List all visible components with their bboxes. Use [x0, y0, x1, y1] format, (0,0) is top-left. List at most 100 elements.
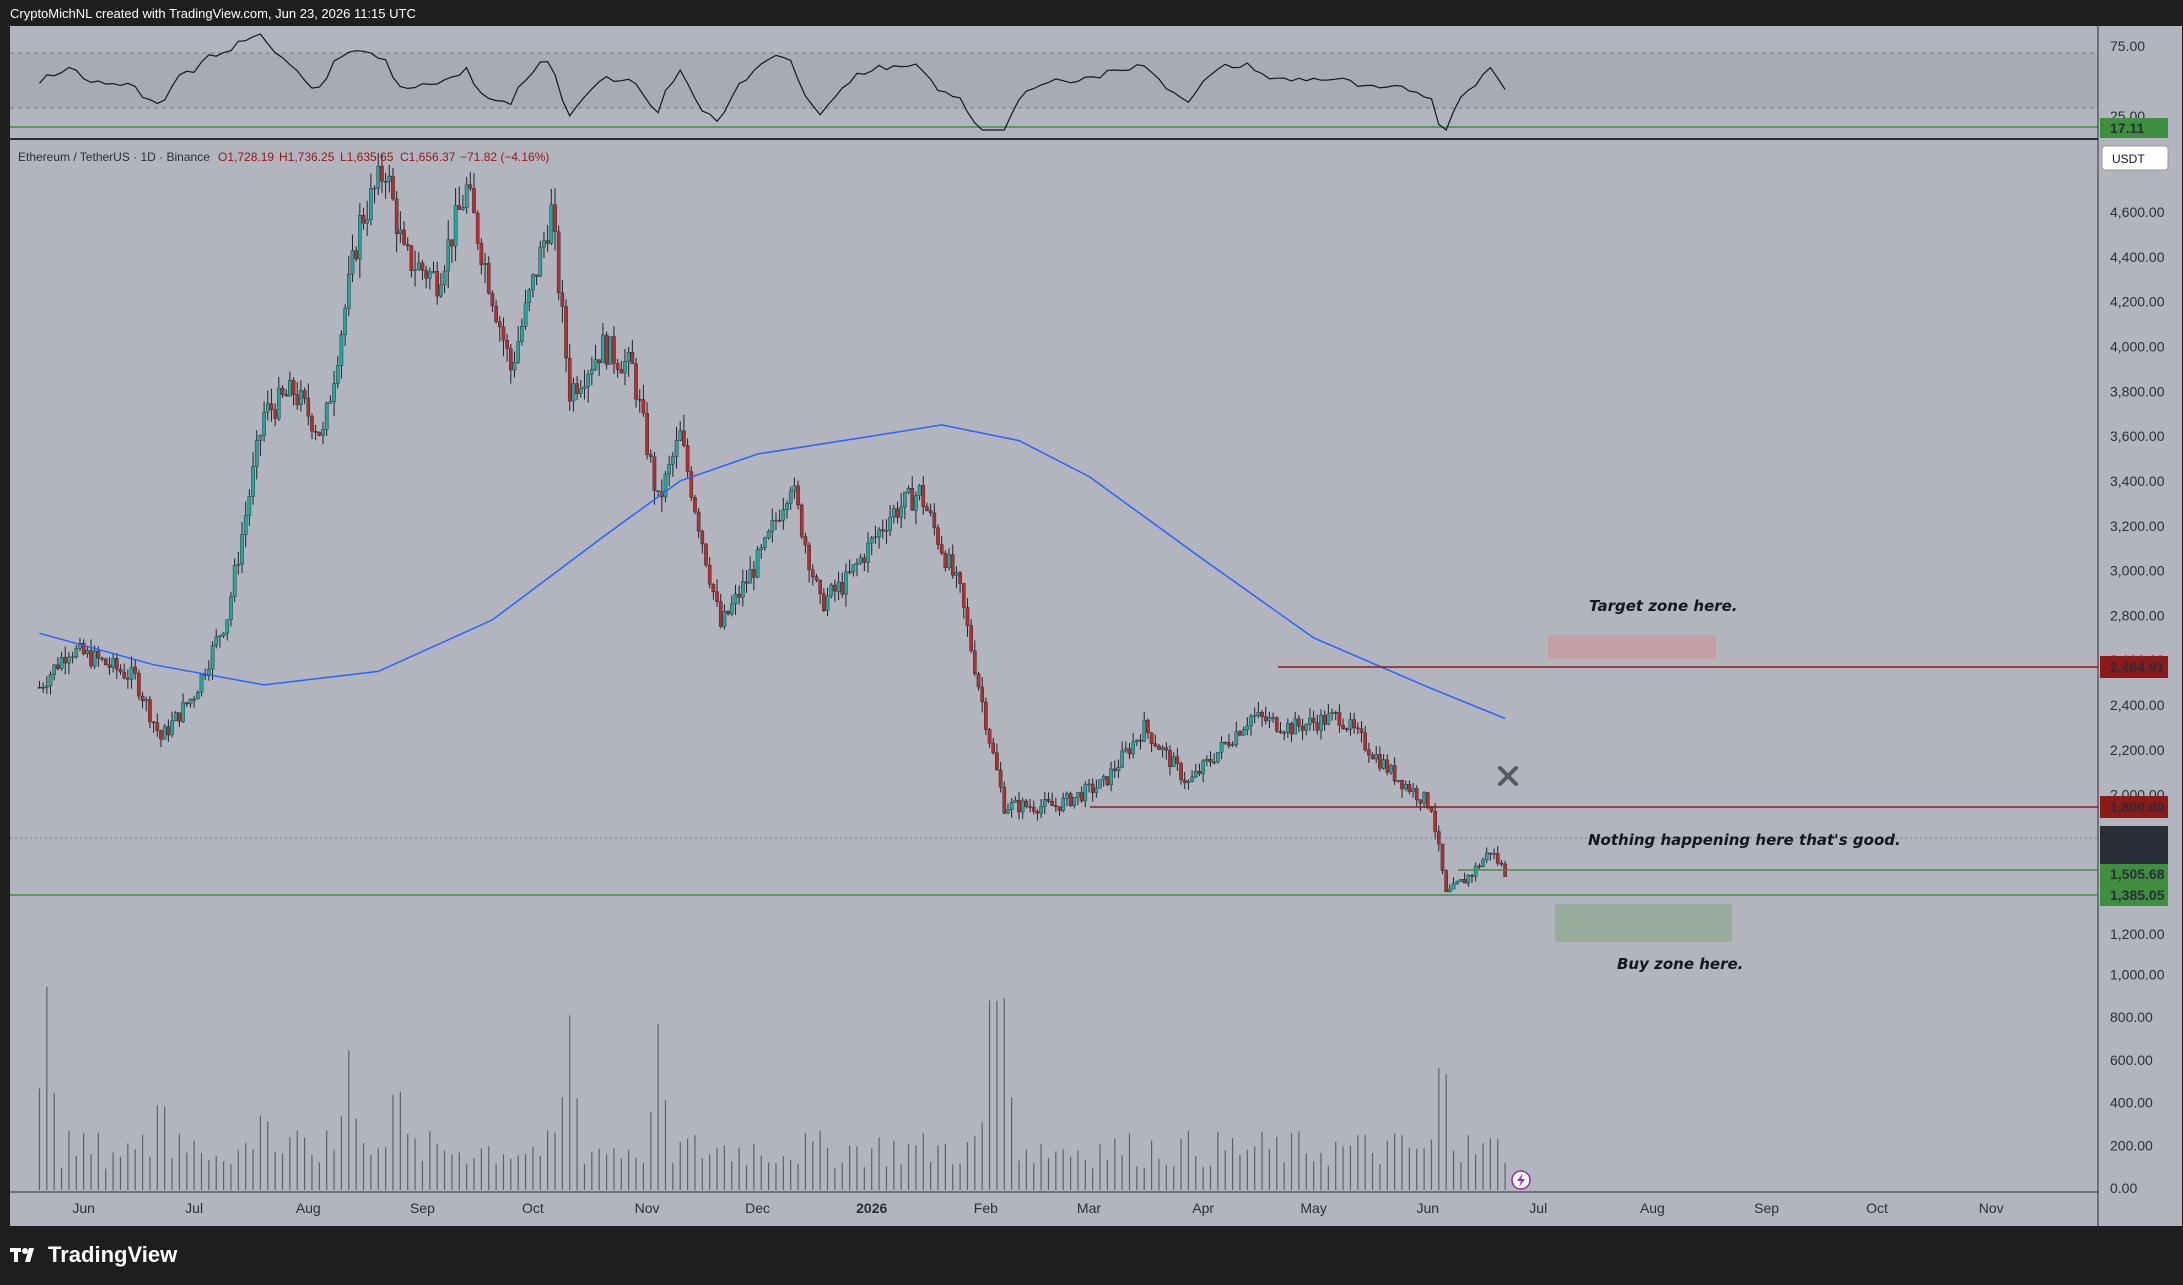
candle-body — [1326, 713, 1331, 725]
candle-body — [556, 231, 561, 294]
candle-body — [998, 769, 1003, 788]
candle-body — [1448, 888, 1452, 892]
x-mark-icon[interactable] — [1498, 766, 1518, 786]
time-tick-label: Dec — [745, 1200, 770, 1216]
candle-body — [571, 383, 576, 402]
candle-body — [67, 656, 71, 664]
candle-body — [538, 246, 543, 277]
candle-body — [52, 664, 56, 675]
candle-body — [744, 581, 749, 584]
buy-zone-box[interactable] — [1555, 904, 1732, 942]
candle-body — [534, 274, 539, 277]
target-zone-box[interactable] — [1548, 635, 1716, 659]
candle-body — [468, 184, 473, 189]
chart-canvas[interactable]: 4,600.00 4,400.00 4,200.00 4,000.00 3,800.00… — [0, 0, 2183, 1285]
candle-body — [159, 730, 163, 740]
candle-body — [1013, 799, 1018, 803]
candle-body — [1135, 739, 1139, 743]
price-tick-label: 600.00 — [2110, 1052, 2153, 1068]
candle-body — [1031, 806, 1036, 812]
candle-body — [199, 673, 204, 693]
candle-body — [652, 456, 657, 491]
candle-body — [273, 409, 277, 419]
candle-body — [89, 650, 93, 667]
candle-body — [133, 666, 138, 674]
candle-body — [1193, 770, 1198, 778]
time-tick-label: Aug — [296, 1200, 321, 1216]
candle-body — [906, 488, 911, 493]
candle-body — [862, 557, 867, 563]
candle-body — [1425, 792, 1430, 808]
candle-body — [464, 184, 469, 208]
candle-body — [663, 473, 668, 498]
candle-body — [232, 565, 237, 597]
candle-body — [1389, 765, 1393, 773]
candle-body — [96, 650, 101, 659]
candle-body — [766, 530, 771, 539]
tag-1800: 1,800.00 — [2110, 799, 2165, 815]
candle-body — [1311, 717, 1316, 723]
candle-body — [1079, 792, 1084, 802]
candle-body — [486, 262, 491, 294]
candle-body — [925, 506, 929, 511]
candle-body — [1101, 776, 1106, 780]
candle-body — [472, 188, 476, 214]
time-tick-label: Aug — [1640, 1200, 1665, 1216]
candle-body — [1293, 718, 1298, 735]
candle-body — [192, 698, 196, 701]
candle-body — [590, 369, 594, 375]
candle-body — [1304, 724, 1309, 731]
candle-body — [667, 464, 671, 475]
candle-body — [45, 685, 49, 688]
candle-body — [1219, 742, 1224, 753]
price-tick-label: 4,400.00 — [2110, 249, 2165, 265]
candle-body — [752, 569, 756, 578]
candle-body — [92, 650, 97, 667]
candle-body — [1256, 712, 1261, 716]
candle-body — [332, 383, 336, 402]
candle-body — [947, 554, 951, 568]
candle-body — [921, 485, 926, 507]
candle-body — [1337, 712, 1342, 726]
candle-body — [269, 403, 274, 410]
candle-body — [527, 289, 532, 303]
candle-body — [892, 508, 896, 518]
candle-body — [1455, 881, 1460, 884]
legend-symbol[interactable]: Ethereum / TetherUS · 1D · Binance — [18, 150, 210, 164]
candle-body — [1274, 717, 1279, 732]
candle-body — [980, 686, 984, 703]
price-tick-label: 4,000.00 — [2110, 338, 2165, 354]
flash-icon[interactable] — [1511, 1170, 1531, 1190]
candle-body — [984, 701, 988, 730]
candle-body — [1208, 759, 1213, 763]
candle-body — [177, 712, 182, 722]
candle-body — [619, 369, 624, 374]
candle-body — [991, 742, 996, 754]
candle-body — [1495, 853, 1500, 864]
nothing-happening-text: Nothing happening here that's good. — [1588, 831, 1901, 849]
candle-body — [111, 658, 115, 668]
candle-body — [869, 537, 874, 544]
price-tick-label: 3,400.00 — [2110, 473, 2165, 489]
candle-body — [431, 271, 436, 273]
candle-body — [490, 292, 495, 307]
candle-body — [803, 536, 808, 546]
candle-body — [914, 495, 918, 511]
candle-body — [1378, 754, 1382, 769]
candle-body — [645, 412, 649, 455]
candle-body — [814, 576, 819, 581]
candle-body — [129, 666, 134, 680]
candle-body — [1146, 719, 1150, 733]
tag-2464: 2,464.91 — [2110, 659, 2165, 675]
candle-body — [1124, 748, 1128, 752]
time-tick-label: Jul — [185, 1200, 203, 1216]
candle-body — [781, 509, 786, 521]
candle-body — [833, 584, 837, 592]
tag-1505: 1,505.68 — [2110, 866, 2165, 882]
candle-body — [733, 593, 738, 605]
candle-body — [1197, 770, 1202, 774]
candle-body — [847, 571, 852, 574]
brand-logo[interactable]: TradingView — [10, 1242, 177, 1268]
candle-body — [1168, 750, 1172, 768]
candle-body — [509, 348, 513, 371]
